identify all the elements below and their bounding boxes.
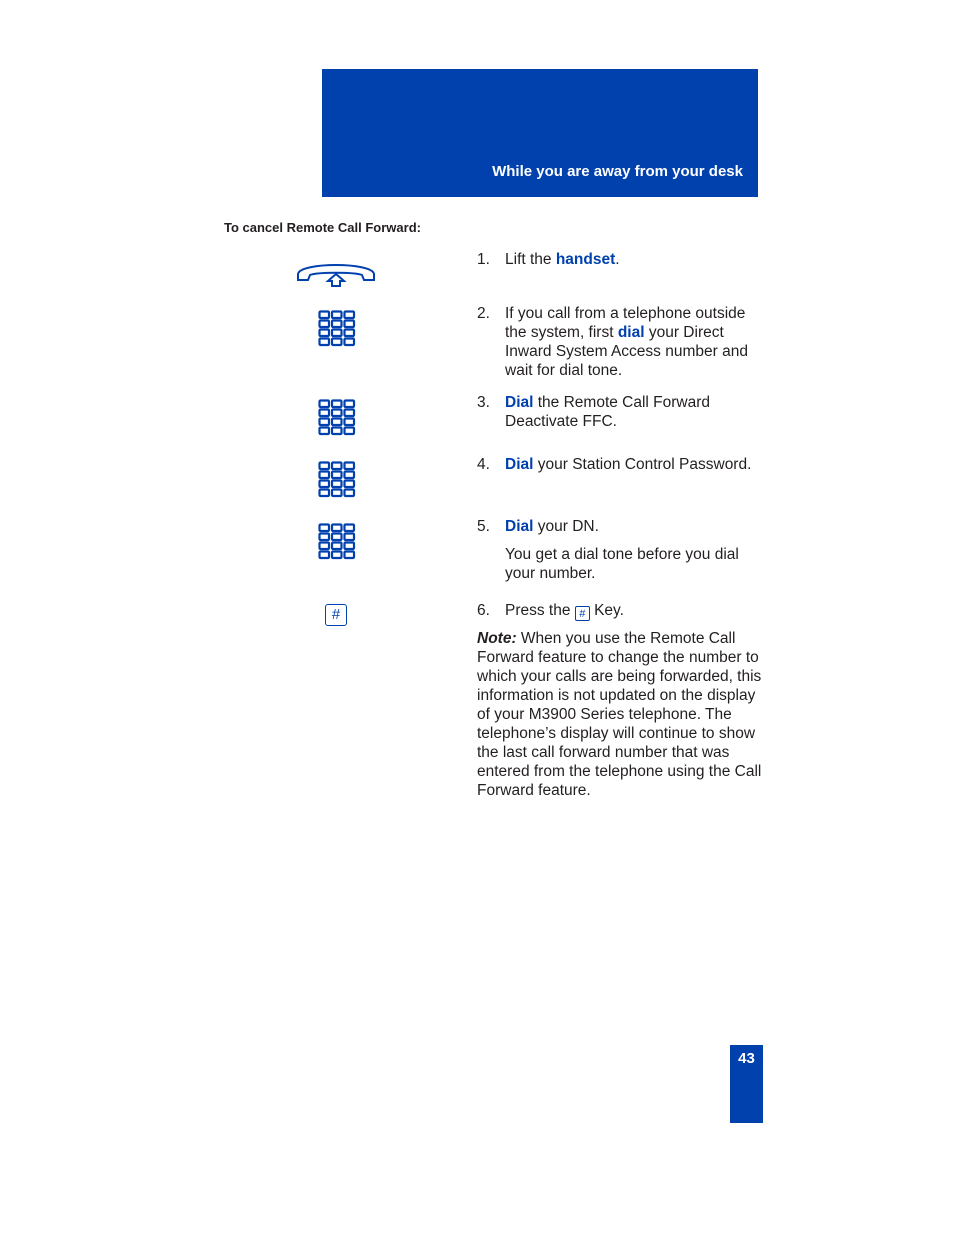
dialpad-key [318, 319, 331, 329]
dialpad-key [330, 461, 343, 471]
dialpad-key [343, 310, 356, 320]
inline-pound-key-icon: # [574, 606, 590, 621]
dialpad-key [330, 523, 343, 533]
step-3: 3. Dial the Remote Call Forward Deactiva… [477, 394, 711, 430]
dialpad-key [318, 532, 331, 542]
dialpad-key [343, 408, 356, 418]
dialpad-key [343, 319, 356, 329]
step-4: 4. Dial your Station Control Password. [477, 456, 752, 473]
dialpad-key [318, 550, 331, 560]
note-text: When you use the Remote Call Forward fea… [477, 630, 762, 799]
dialpad-key [318, 328, 331, 338]
handset-lift-icon [297, 264, 375, 287]
page-tab: 43 [730, 1045, 763, 1123]
dialpad-key [330, 550, 343, 560]
dialpad-icon [318, 461, 356, 498]
dialpad-key [318, 541, 331, 551]
dialpad-key [330, 470, 343, 480]
step-2: 2. If you call from a telephone outside … [477, 305, 748, 379]
step-5-detail: You get a dial tone before you dial your… [505, 546, 739, 582]
dialpad-icon [318, 523, 356, 560]
dialpad-key [330, 399, 343, 409]
dialpad-key [318, 426, 331, 436]
dialpad-key [330, 417, 343, 427]
dialpad-key [330, 488, 343, 498]
section-heading: To cancel Remote Call Forward: [224, 220, 421, 235]
dialpad-key [318, 461, 331, 471]
dialpad-key [343, 488, 356, 498]
dialpad-key [343, 532, 356, 542]
dialpad-key [318, 470, 331, 480]
dialpad-key [318, 399, 331, 409]
dialpad-key [343, 470, 356, 480]
dialpad-key [318, 488, 331, 498]
dialpad-key [330, 310, 343, 320]
dialpad-key [343, 541, 356, 551]
dialpad-key [330, 426, 343, 436]
dialpad-key [343, 417, 356, 427]
dialpad-key [318, 408, 331, 418]
dialpad-key [343, 328, 356, 338]
dialpad-key [343, 461, 356, 471]
page-number: 43 [738, 1050, 755, 1067]
dialpad-key [318, 417, 331, 427]
dialpad-key [318, 523, 331, 533]
step-1: 1. Lift the handset. [477, 251, 620, 268]
step-5: 5. Dial your DN. You get a dial tone bef… [477, 517, 767, 583]
dialpad-key [343, 523, 356, 533]
dialpad-key [318, 479, 331, 489]
note-label: Note: [477, 630, 517, 647]
dialpad-key [330, 479, 343, 489]
dialpad-key [330, 337, 343, 347]
handset-link: handset [555, 251, 616, 268]
step-6: 6. Press the # Key. [477, 602, 624, 621]
dialpad-key [343, 399, 356, 409]
dialpad-key [343, 550, 356, 560]
dialpad-key [330, 319, 343, 329]
header-band: While you are away from your desk [322, 69, 758, 197]
dialpad-key [343, 426, 356, 436]
header-title: While you are away from your desk [492, 163, 743, 180]
dialpad-key [330, 328, 343, 338]
dialpad-key [343, 479, 356, 489]
dialpad-icon [318, 399, 356, 436]
dialpad-key [343, 337, 356, 347]
dialpad-key [330, 532, 343, 542]
dialpad-key [330, 541, 343, 551]
dialpad-icon [318, 310, 356, 347]
dialpad-key [330, 408, 343, 418]
dialpad-key [318, 337, 331, 347]
note: Note: When you use the Remote Call Forwa… [477, 629, 762, 800]
dialpad-key [318, 310, 331, 320]
pound-key-icon: # [325, 604, 347, 626]
